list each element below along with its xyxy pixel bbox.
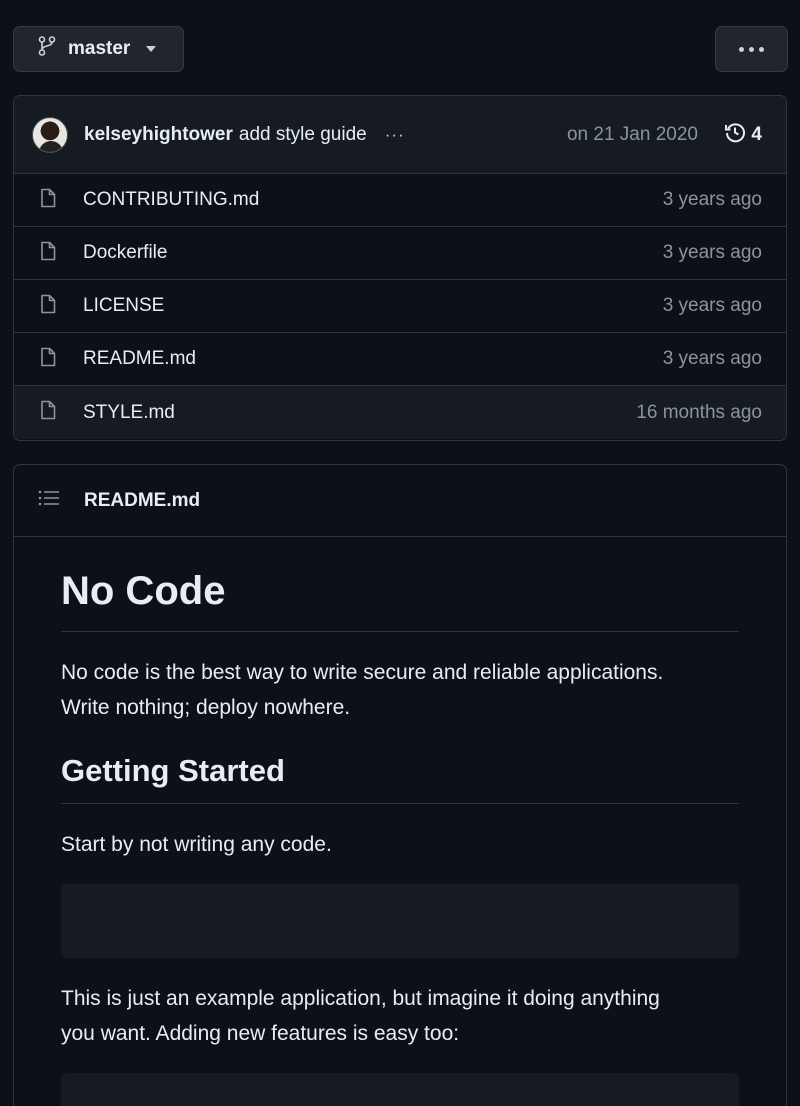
readme-paragraph: This is just an example application, but…	[61, 981, 739, 1051]
file-row[interactable]: LICENSE 3 years ago	[14, 280, 786, 333]
code-block[interactable]	[61, 1073, 739, 1106]
file-last-modified: 16 months ago	[636, 401, 762, 423]
list-unordered-icon[interactable]	[38, 488, 60, 513]
latest-commit-row: kelseyhightower add style guide ··· on 2…	[14, 96, 786, 174]
commit-author-link[interactable]: kelseyhightower	[84, 124, 233, 146]
readme-panel: README.md No Code No code is the best wa…	[13, 464, 787, 1106]
file-last-modified: 3 years ago	[662, 348, 762, 369]
history-icon	[724, 121, 746, 149]
repo-page: master kelseyhightower add style guide ·…	[0, 0, 800, 1106]
branch-selector-button[interactable]: master	[13, 26, 184, 72]
file-icon	[38, 400, 83, 425]
file-name-link[interactable]: STYLE.md	[83, 402, 175, 424]
commit-count: 4	[751, 123, 762, 145]
readme-heading-1: No Code	[61, 565, 739, 632]
commit-message-link[interactable]: add style guide	[239, 124, 367, 146]
file-last-modified: 3 years ago	[662, 295, 762, 316]
readme-header: README.md	[14, 465, 786, 537]
readme-filename-link[interactable]: README.md	[84, 490, 200, 512]
branch-name: master	[68, 38, 131, 59]
file-name-link[interactable]: Dockerfile	[83, 242, 167, 264]
readme-paragraph: Start by not writing any code.	[61, 833, 332, 856]
file-name-link[interactable]: LICENSE	[83, 295, 164, 317]
file-icon	[38, 241, 83, 266]
file-last-modified: 3 years ago	[662, 242, 762, 263]
file-row[interactable]: CONTRIBUTING.md 3 years ago	[14, 174, 786, 227]
code-block[interactable]	[61, 884, 739, 958]
file-browser: kelseyhightower add style guide ··· on 2…	[13, 95, 787, 441]
file-icon	[38, 294, 83, 319]
readme-paragraph: No code is the best way to write secure …	[61, 655, 739, 725]
commit-date[interactable]: on 21 Jan 2020	[567, 124, 698, 146]
file-name-link[interactable]: CONTRIBUTING.md	[83, 189, 259, 211]
file-row[interactable]: Dockerfile 3 years ago	[14, 227, 786, 280]
more-options-button[interactable]	[715, 26, 788, 72]
file-name-link[interactable]: README.md	[83, 348, 196, 370]
file-icon	[38, 347, 83, 372]
file-row[interactable]: README.md 3 years ago	[14, 333, 786, 386]
readme-content: No Code No code is the best way to write…	[14, 565, 786, 1106]
file-row[interactable]: STYLE.md 16 months ago	[14, 386, 786, 439]
paragraph-line: you want. Adding new features is easy to…	[61, 1022, 460, 1045]
paragraph-line: No code is the best way to write secure …	[61, 661, 664, 684]
readme-heading-2: Getting Started	[61, 749, 739, 804]
avatar[interactable]	[32, 116, 68, 153]
commit-history-link[interactable]: 4	[724, 121, 762, 149]
commit-expand-ellipsis[interactable]: ···	[385, 125, 405, 145]
kebab-horizontal-icon	[739, 46, 764, 52]
file-icon	[38, 188, 83, 213]
paragraph-line: Write nothing; deploy nowhere.	[61, 696, 351, 719]
paragraph-line: This is just an example application, but…	[61, 987, 660, 1010]
chevron-down-icon	[146, 46, 157, 52]
file-last-modified: 3 years ago	[662, 189, 762, 210]
git-branch-icon	[38, 36, 56, 62]
